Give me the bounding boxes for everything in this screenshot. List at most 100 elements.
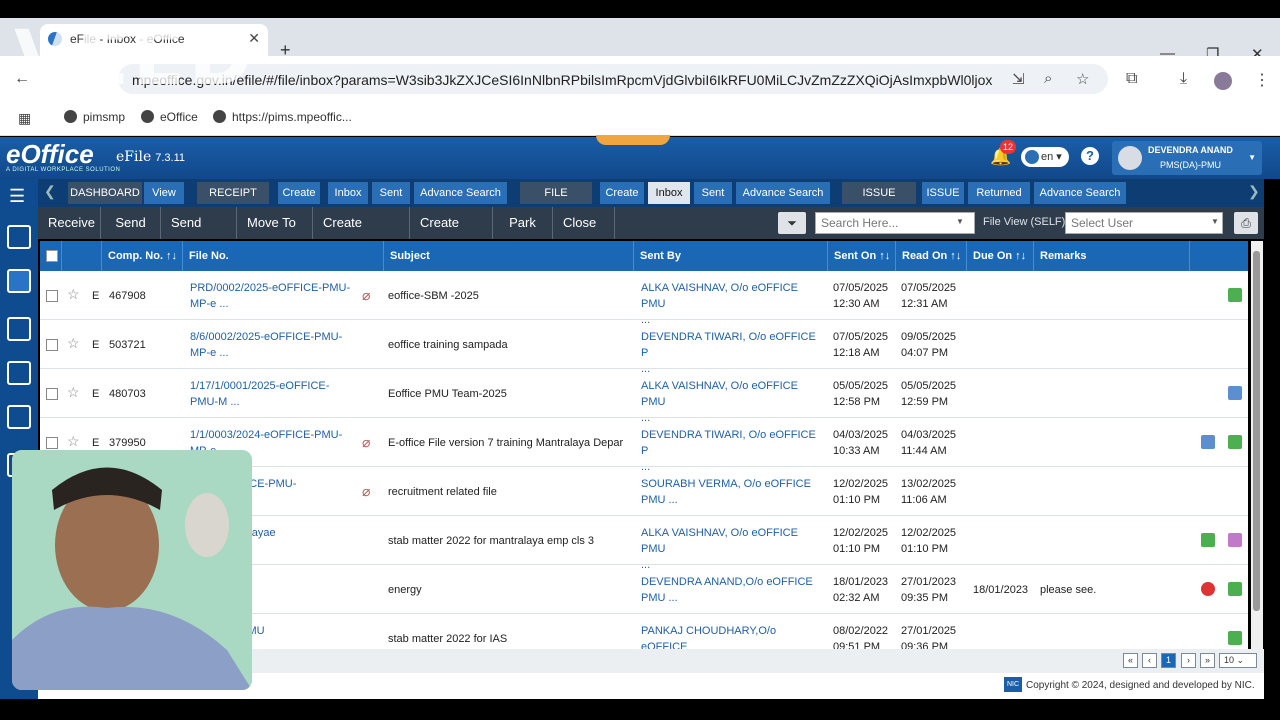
row-action-icon[interactable] [1201,435,1215,449]
send-button[interactable]: Send [101,207,161,239]
close-button[interactable]: Close ▾ [553,207,615,262]
chevron-down-icon[interactable]: ▼ [1211,217,1219,226]
attachment-icon[interactable]: ⌀ [362,287,370,304]
nav-receipt-advance-search[interactable]: Advance Search [414,182,507,204]
nav-file[interactable]: FILE [520,182,592,204]
receive-button[interactable]: Receive [38,207,101,239]
next-page-icon[interactable]: › [1181,653,1196,668]
hamburger-icon[interactable]: ☰ [9,187,25,205]
file-icon[interactable] [7,269,31,293]
subject[interactable]: recruitment related file [388,486,628,498]
attachment-icon[interactable]: ⌀ [362,434,370,451]
dispatch-icon[interactable] [7,405,31,429]
nav-file-advance-search[interactable]: Advance Search [736,182,830,204]
star-icon[interactable]: ☆ [67,286,80,303]
bookmark-star-icon[interactable]: ☆ [1076,70,1089,88]
row-action-icon[interactable] [1201,533,1215,547]
col-comp-no[interactable]: Comp. No. ↑↓ [102,241,183,271]
nav-issue-returned[interactable]: Returned [968,182,1030,204]
filter-icon[interactable]: ⏷ [778,212,806,234]
subject[interactable]: Eoffice PMU Team-2025 [388,388,628,400]
profile-avatar[interactable] [1214,72,1232,90]
extensions-icon[interactable]: ⧉ [1126,70,1137,88]
apps-grid-icon[interactable]: ▦ [18,110,31,127]
zoom-icon[interactable]: ⌕ [1044,70,1052,87]
subject[interactable]: stab matter 2022 for IAS [388,633,628,645]
file-no-link[interactable]: PRD/0002/2025-eOFFICE-PMU- MP-e ... [190,280,360,312]
subject[interactable]: E-office File version 7 training Mantral… [388,437,628,449]
nav-file-inbox[interactable]: Inbox [648,182,690,204]
bookmark-eoffice[interactable]: eOffice [141,110,198,124]
star-icon[interactable]: ☆ [67,433,80,450]
nav-receipt-sent[interactable]: Sent [372,182,410,204]
nav-dashboard-view[interactable]: View [144,182,184,204]
scroll-left-icon[interactable]: ❮ [44,183,56,200]
menu-dots-icon[interactable]: ⋮ [1254,70,1270,90]
language-select[interactable]: en ▾ [1021,147,1069,167]
install-icon[interactable]: ⇲ [1012,70,1025,88]
row-action-icon[interactable] [1201,582,1215,596]
subject[interactable]: eoffice training sampada [388,339,628,351]
col-sent-by[interactable]: Sent By [634,241,828,271]
nav-issue-advance-search[interactable]: Advance Search [1034,182,1126,204]
nav-issue[interactable]: ISSUE [842,182,916,204]
chevron-down-icon[interactable]: ▼ [956,217,964,226]
search-input[interactable]: Search Here... [815,212,975,234]
scroll-right-icon[interactable]: ❯ [1248,183,1260,200]
nav-dashboard[interactable]: DASHBOARD [68,182,142,204]
star-icon[interactable]: ☆ [67,335,80,352]
col-due-on[interactable]: Due On ↑↓ [967,241,1034,271]
nav-issue-issue[interactable]: ISSUE [922,182,964,204]
header-pulldown-tab[interactable] [596,135,670,145]
move-to-button[interactable]: Move To ▾ [237,207,313,262]
page-number[interactable]: 1 [1161,653,1176,668]
col-read-on[interactable]: Read On ↑↓ [896,241,967,271]
row-action-icon[interactable] [1228,386,1242,400]
row-action-icon[interactable] [1228,533,1242,547]
bookmark-pimsmp[interactable]: pimsmp [64,110,125,124]
select-all-checkbox[interactable] [46,250,58,262]
table-row[interactable]: ☆ E 503721 8/6/0002/2025-eOFFICE-PMU- MP-e .… [40,320,1248,375]
mail-icon[interactable] [7,361,31,385]
park-button[interactable]: Park [493,207,553,239]
row-checkbox[interactable] [46,388,58,400]
row-checkbox[interactable] [46,437,58,449]
row-checkbox[interactable] [46,339,58,351]
nav-receipt[interactable]: RECEIPT [197,182,269,204]
file-no-link[interactable]: 8/6/0002/2025-eOFFICE-PMU- MP-e ... [190,329,360,361]
nav-receipt-inbox[interactable]: Inbox [328,182,368,204]
last-page-icon[interactable]: » [1200,653,1215,668]
file-no-link[interactable]: 1/17/1/0001/2025-eOFFICE- PMU-M ... [190,378,360,410]
row-action-icon[interactable] [1228,435,1242,449]
prev-page-icon[interactable]: ‹ [1142,653,1157,668]
attachment-icon[interactable]: ⌀ [362,483,370,500]
nav-file-create[interactable]: Create [600,182,644,204]
download-icon[interactable]: ⤓ [1180,70,1187,88]
create-volume-button[interactable]: Create Volume [313,207,410,262]
help-icon[interactable]: ? [1081,147,1099,165]
nav-file-sent[interactable]: Sent [694,182,732,204]
col-remarks[interactable]: Remarks [1034,241,1190,271]
row-action-icon[interactable] [1228,631,1242,645]
col-sent-on[interactable]: Sent On ↑↓ [828,241,896,271]
row-action-icon[interactable] [1228,288,1242,302]
print-icon[interactable]: ⎙ [1234,212,1258,234]
user-menu[interactable]: DEVENDRA ANAND PMS(DA)-PMU ▼ [1112,141,1262,175]
table-row[interactable]: ☆ E 480703 1/17/1/0001/2025-eOFFICE- PMU-M .… [40,369,1248,424]
url-field[interactable]: mpeoffice.gov.in/efile/#/file/inbox?para… [118,64,1108,94]
first-page-icon[interactable]: « [1123,653,1138,668]
select-user-dropdown[interactable]: Select User [1065,212,1223,234]
bookmark-pims[interactable]: https://pims.mpeoffic... [213,110,352,124]
create-part-button[interactable]: Create Part [410,207,493,262]
table-scrollbar[interactable] [1251,241,1263,649]
star-icon[interactable]: ☆ [67,384,80,401]
subject[interactable]: eoffice-SBM -2025 [388,290,628,302]
row-checkbox[interactable] [46,290,58,302]
dashboard-icon[interactable] [7,317,31,341]
col-subject[interactable]: Subject [384,241,634,271]
col-file-no[interactable]: File No. [183,241,384,271]
scrollbar-thumb[interactable] [1253,251,1260,611]
row-action-icon[interactable] [1228,582,1242,596]
subject[interactable]: stab matter 2022 for mantralaya emp cls … [388,535,628,547]
nav-receipt-create[interactable]: Create [278,182,320,204]
